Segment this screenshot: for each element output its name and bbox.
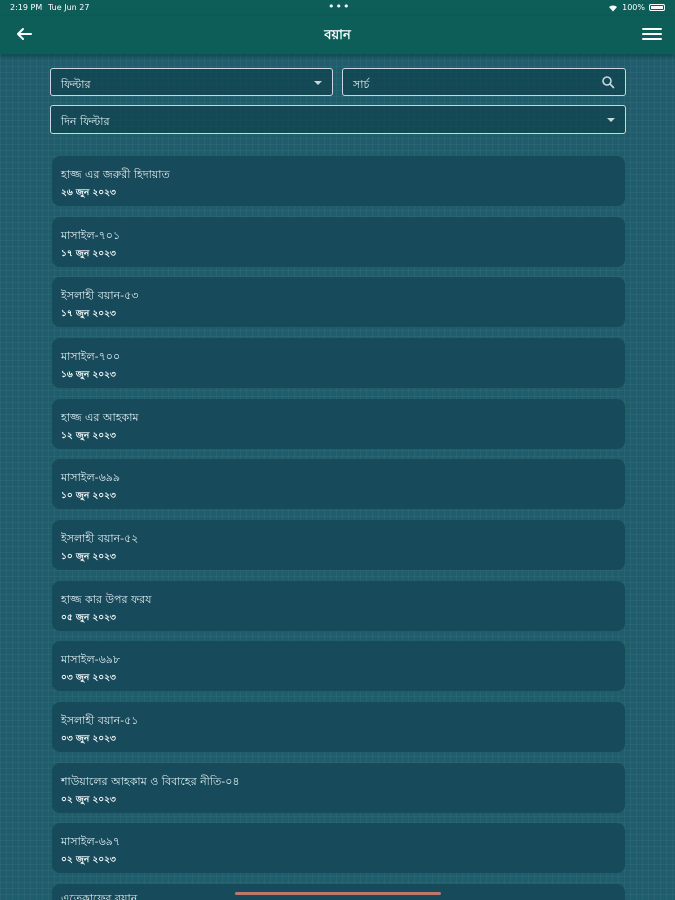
list-item[interactable]: হাজ্জ এর জরুরী হিদায়াত ২৬ জুন ২০২৩ — [52, 156, 625, 206]
filter-dropdown[interactable]: ফিল্টার — [50, 68, 333, 96]
item-title: হাজ্জ কার উপর ফরয — [61, 593, 152, 606]
item-date: ০২ জুন ২০২৩ — [61, 855, 116, 865]
list-item[interactable]: মাসাইল-৬৯৮ ০৩ জুন ২০২৩ — [52, 641, 625, 691]
filter-dropdown-label: ফিল্টার — [61, 78, 91, 91]
list-item[interactable]: হাজ্জ এর আহকাম ১২ জুন ২০২৩ — [52, 399, 625, 449]
item-title: মাসাইল-৭০০ — [61, 350, 121, 363]
item-date: ১২ জুন ২০২৩ — [61, 431, 116, 441]
item-title: ইসলাহী বয়ান-৫৩ — [61, 289, 139, 302]
multitask-dots[interactable]: ••• — [328, 0, 350, 13]
status-time: 2:19 PM — [10, 3, 43, 12]
day-filter-dropdown[interactable]: দিন ফিল্টার — [50, 105, 626, 134]
item-date: ০৩ জুন ২০২৩ — [61, 734, 116, 744]
menu-button[interactable] — [641, 25, 663, 43]
item-date: ১৭ জুন ২০২৩ — [61, 309, 116, 319]
app-bar: বয়ান — [0, 16, 675, 54]
item-title: ইসলাহী বয়ান-৫২ — [61, 532, 139, 545]
item-title: হাজ্জ এর জরুরী হিদায়াত — [61, 168, 170, 181]
item-date: ০৫ জুন ২০২৩ — [61, 613, 116, 623]
chevron-down-icon — [314, 81, 322, 85]
day-filter-label: দিন ফিল্টার — [61, 115, 110, 128]
list-item[interactable]: ইসলাহী বয়ান-৫৩ ১৭ জুন ২০২৩ — [52, 277, 625, 327]
item-title: মাসাইল-৬৯৭ — [61, 835, 121, 848]
status-bar: 2:19 PM Tue Jun 27 ••• 100% — [0, 0, 675, 16]
list-item[interactable]: মাসাইল-৭০১ ১৭ জুন ২০২৩ — [52, 217, 625, 267]
item-date: ১০ জুন ২০২৩ — [61, 491, 116, 501]
item-date: ০২ জুন ২০২৩ — [61, 795, 116, 805]
list-item[interactable]: মাসাইল-৭০০ ১৬ জুন ২০২৩ — [52, 338, 625, 388]
item-title: এতেকাফের বয়ান — [61, 892, 138, 900]
battery-percent: 100% — [622, 3, 645, 12]
item-title: মাসাইল-৬৯৯ — [61, 471, 121, 484]
item-title: মাসাইল-৭০১ — [61, 229, 121, 242]
battery-icon — [649, 4, 665, 11]
list-item[interactable]: হাজ্জ কার উপর ফরয ০৫ জুন ২০২৩ — [52, 581, 625, 631]
hamburger-menu-icon — [642, 28, 662, 40]
list-item[interactable]: মাসাইল-৬৯৭ ০২ জুন ২০২৩ — [52, 823, 625, 873]
item-title: মাসাইল-৬৯৮ — [61, 653, 121, 666]
item-date: ১০ জুন ২০২৩ — [61, 552, 116, 562]
chevron-down-icon — [607, 118, 615, 122]
wifi-icon — [609, 4, 618, 11]
home-indicator[interactable] — [235, 892, 441, 895]
list-item[interactable]: ইসলাহী বয়ান-৫১ ০৩ জুন ২০২৩ — [52, 702, 625, 752]
item-date: ২৬ জুন ২০২৩ — [61, 188, 116, 198]
item-title: হাজ্জ এর আহকাম — [61, 411, 139, 424]
list-item[interactable]: ইসলাহী বয়ান-৫২ ১০ জুন ২০২৩ — [52, 520, 625, 570]
search-input[interactable]: সার্চ — [342, 68, 626, 96]
status-date: Tue Jun 27 — [48, 3, 90, 12]
status-indicators: 100% — [608, 3, 665, 12]
item-date: ১৭ জুন ২০২৩ — [61, 249, 116, 259]
item-title: ইসলাহী বয়ান-৫১ — [61, 714, 139, 727]
search-placeholder: সার্চ — [353, 78, 370, 91]
item-title: শাউয়ালের আহকাম ও বিবাহের নীতি-০৪ — [61, 775, 240, 788]
item-date: ০৩ জুন ২০২৩ — [61, 673, 116, 683]
list-item[interactable]: মাসাইল-৬৯৯ ১০ জুন ২০২৩ — [52, 459, 625, 509]
list-item[interactable]: শাউয়ালের আহকাম ও বিবাহের নীতি-০৪ ০২ জুন… — [52, 763, 625, 813]
item-date: ১৬ জুন ২০২৩ — [61, 370, 116, 380]
page-title: বয়ান — [324, 28, 351, 43]
search-icon[interactable] — [601, 75, 615, 89]
